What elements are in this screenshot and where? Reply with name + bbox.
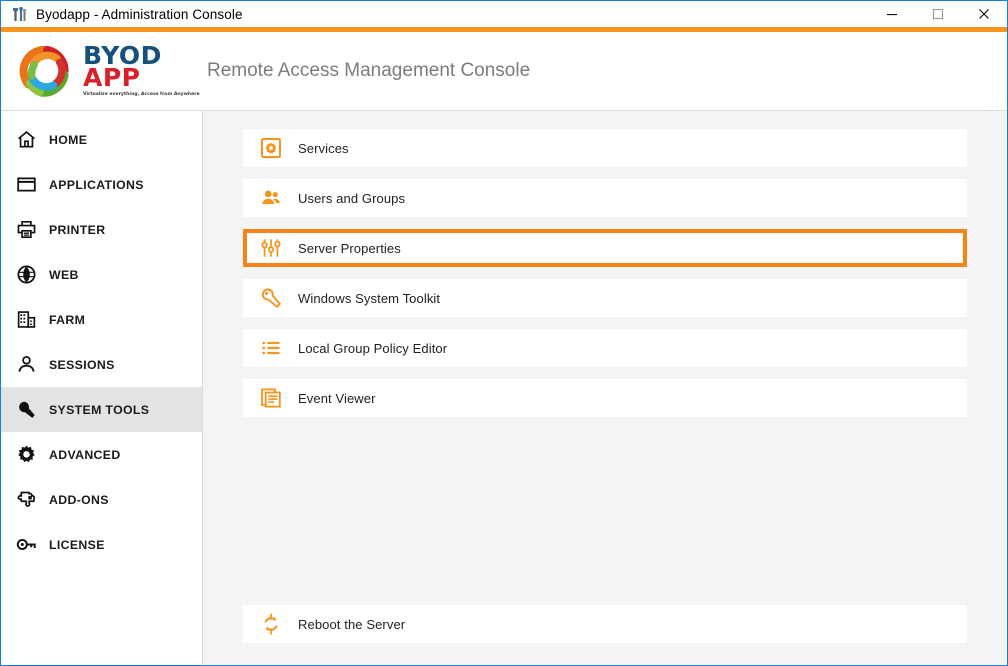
- window-controls: [869, 1, 1007, 27]
- sidebar-item-label: PRINTER: [49, 222, 106, 237]
- printer-icon: [13, 217, 39, 243]
- home-icon: [13, 127, 39, 153]
- sidebar-item-applications[interactable]: APPLICATIONS: [1, 162, 202, 207]
- sidebar-item-label: WEB: [49, 267, 79, 282]
- tile-event-viewer[interactable]: Event Viewer: [243, 379, 967, 417]
- page-title: Remote Access Management Console: [207, 60, 531, 81]
- body: HOME APPLICATIONS PRINTER WEB FARM SESSI…: [1, 110, 1007, 665]
- sidebar-item-web[interactable]: WEB: [1, 252, 202, 297]
- sidebar-item-label: LICENSE: [49, 537, 105, 552]
- tile-windows-system-toolkit[interactable]: Windows System Toolkit: [243, 279, 967, 317]
- window-title: Byodapp - Administration Console: [36, 6, 243, 22]
- content-area: Services Users and Groups Server Propert…: [203, 111, 1007, 665]
- sidebar-item-label: ADD-ONS: [49, 492, 109, 507]
- tile-users-and-groups[interactable]: Users and Groups: [243, 179, 967, 217]
- tile-label: Services: [298, 140, 349, 156]
- tools-icon: [8, 3, 30, 25]
- users-group-icon: [258, 185, 284, 211]
- gear-icon: [13, 442, 39, 468]
- event-log-icon: [258, 385, 284, 411]
- sidebar-item-printer[interactable]: PRINTER: [1, 207, 202, 252]
- tile-label: Event Viewer: [298, 390, 376, 406]
- tile-local-group-policy-editor[interactable]: Local Group Policy Editor: [243, 329, 967, 367]
- list-icon: [258, 335, 284, 361]
- logo-app-text: APP: [83, 62, 141, 92]
- minimize-button[interactable]: [869, 1, 915, 27]
- window-icon: [13, 172, 39, 198]
- sidebar: HOME APPLICATIONS PRINTER WEB FARM SESSI…: [1, 111, 203, 665]
- brand-logo: BYOD APP Virtualize everything, Access f…: [1, 32, 203, 110]
- logo-wordmark: BYOD APP Virtualize everything, Access f…: [83, 43, 200, 98]
- sidebar-item-sessions[interactable]: SESSIONS: [1, 342, 202, 387]
- refresh-icon: [258, 611, 284, 637]
- logo-tagline: Virtualize everything, Access from Anywh…: [83, 91, 200, 97]
- tile-label: Reboot the Server: [298, 616, 406, 632]
- sidebar-item-label: HOME: [49, 132, 88, 147]
- header: BYOD APP Virtualize everything, Access f…: [1, 32, 1007, 110]
- tile-server-properties[interactable]: Server Properties: [243, 229, 967, 267]
- maximize-button[interactable]: [915, 1, 961, 27]
- title-bar: Byodapp - Administration Console: [1, 1, 1007, 27]
- sidebar-item-label: ADVANCED: [49, 447, 121, 462]
- services-gear-icon: [258, 135, 284, 161]
- tile-label: Users and Groups: [298, 190, 406, 206]
- sliders-icon: [258, 235, 284, 261]
- key-icon: [13, 532, 39, 558]
- sidebar-item-add-ons[interactable]: ADD-ONS: [1, 477, 202, 522]
- sidebar-item-license[interactable]: LICENSE: [1, 522, 202, 567]
- sidebar-item-home[interactable]: HOME: [1, 117, 202, 162]
- application-window: Byodapp - Administration Console BYOD AP…: [0, 0, 1008, 666]
- tile-label: Local Group Policy Editor: [298, 340, 448, 356]
- tile-services[interactable]: Services: [243, 129, 967, 167]
- building-icon: [13, 307, 39, 333]
- sidebar-item-label: SYSTEM TOOLS: [49, 402, 150, 417]
- wrench-icon: [13, 397, 39, 423]
- sidebar-item-label: APPLICATIONS: [49, 177, 144, 192]
- wrench-screwdriver-icon: [258, 285, 284, 311]
- tile-label: Server Properties: [298, 240, 401, 256]
- byodapp-ring-logo: [15, 40, 77, 102]
- sidebar-item-farm[interactable]: FARM: [1, 297, 202, 342]
- tile-reboot-the-server[interactable]: Reboot the Server: [243, 605, 967, 643]
- sidebar-item-label: FARM: [49, 312, 86, 327]
- sidebar-item-advanced[interactable]: ADVANCED: [1, 432, 202, 477]
- sidebar-item-system-tools[interactable]: SYSTEM TOOLS: [1, 387, 202, 432]
- tile-label: Windows System Toolkit: [298, 290, 441, 306]
- user-icon: [13, 352, 39, 378]
- sidebar-item-label: SESSIONS: [49, 357, 115, 372]
- close-button[interactable]: [961, 1, 1007, 27]
- puzzle-icon: [13, 487, 39, 513]
- globe-icon: [13, 262, 39, 288]
